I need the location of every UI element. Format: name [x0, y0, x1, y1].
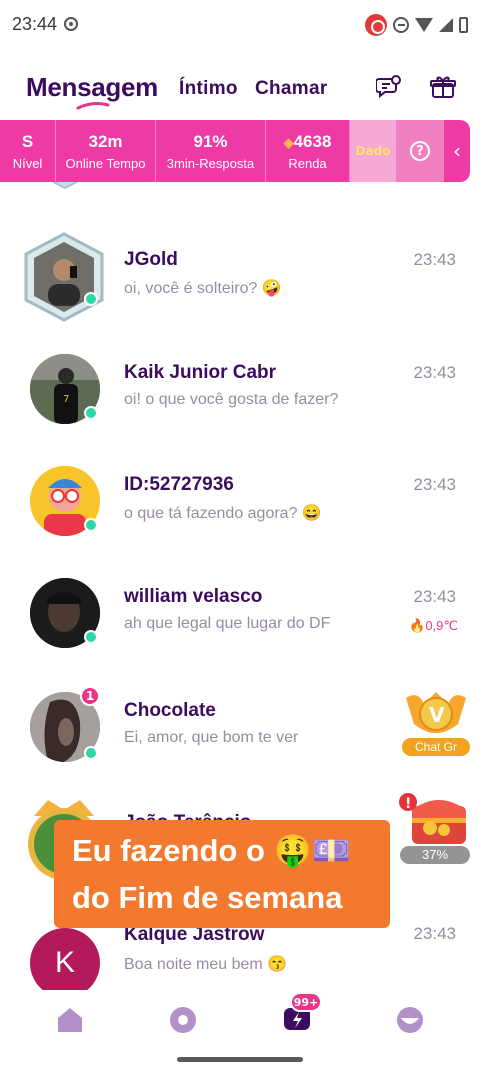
screen-record-icon: [365, 14, 387, 36]
contact-name: william velasco: [124, 586, 263, 607]
renda-value: 4638: [293, 131, 332, 151]
last-message: o que tá fazendo agora? 😄: [124, 505, 322, 522]
svg-text:7: 7: [63, 394, 69, 405]
active-tab-underline: [76, 102, 110, 110]
conversation-row[interactable]: 7 Kaik Junior Cabr oi! o que você gosta …: [0, 334, 480, 446]
stat-label: Online Tempo: [65, 155, 146, 171]
chat-group-widget[interactable]: V Chat Gr: [402, 684, 470, 758]
stat-value: ◆4638: [284, 132, 332, 152]
do-not-disturb-icon: [393, 17, 409, 33]
caption-line-1: Eu fazendo o 🤑💷: [72, 833, 351, 868]
chat-settings-icon[interactable]: [376, 74, 402, 100]
badge-frame-partial: [51, 182, 79, 190]
avatar: K: [30, 928, 100, 990]
stat-value: 91%: [193, 131, 228, 151]
header: Mensagem Íntimo Chamar: [0, 60, 480, 116]
conversation-row[interactable]: JGold oi, você é solteiro? 🤪 23:43: [0, 222, 480, 334]
help-button[interactable]: ?: [396, 120, 444, 182]
stat-label: Renda: [288, 155, 327, 171]
message-time: 23:43: [413, 587, 456, 606]
contact-name: JGold: [124, 249, 178, 270]
online-indicator: [84, 518, 98, 532]
discover-icon[interactable]: [167, 1004, 199, 1036]
home-icon[interactable]: [54, 1004, 86, 1036]
chat-group-label: Chat Gr: [402, 738, 470, 756]
stat-value: 32m: [88, 131, 123, 151]
stat-renda[interactable]: ◆4638 Renda: [266, 120, 350, 182]
tab-chamar[interactable]: Chamar: [255, 78, 328, 100]
dado-button[interactable]: Dado: [350, 120, 396, 182]
status-bar: 23:44: [0, 0, 480, 52]
contact-name: Kaik Junior Cabr: [124, 362, 277, 383]
temperature-indicator: 🔥0,9℃: [409, 618, 458, 634]
svg-text:V: V: [429, 703, 445, 727]
stats-bar: S Nível 32m Online Tempo 91% 3min-Respos…: [0, 120, 470, 182]
messages-badge: 99+: [290, 992, 322, 1012]
wifi-icon: [415, 18, 433, 32]
bottom-nav: 99+: [0, 990, 480, 1050]
message-time: 23:43: [413, 250, 456, 269]
message-time: 23:43: [413, 924, 456, 943]
home-indicator[interactable]: [177, 1057, 303, 1062]
battery-icon: [459, 17, 468, 33]
last-message: Boa noite meu bem 😙: [124, 956, 288, 973]
stat-value: S: [21, 131, 34, 151]
collapse-arrow-icon[interactable]: ‹: [444, 120, 470, 182]
last-message: oi, você é solteiro? 🤪: [124, 280, 282, 297]
last-message: oi! o que você gosta de fazer?: [124, 391, 339, 408]
tab-intimo[interactable]: Íntimo: [179, 78, 238, 100]
diamond-icon: ◆: [283, 134, 294, 150]
status-time: 23:44: [12, 14, 58, 34]
video-caption-overlay: Eu fazendo o 🤑💷 do Fim de semana: [54, 820, 390, 928]
contact-name: Chocolate: [124, 700, 216, 721]
last-message: ah que legal que lugar do DF: [124, 615, 331, 632]
signal-icon: [439, 18, 453, 32]
message-time: 23:43: [413, 475, 456, 494]
stat-online-tempo[interactable]: 32m Online Tempo: [56, 120, 156, 182]
status-icons: [365, 14, 468, 36]
temperature-value: 0,9℃: [425, 618, 458, 633]
treasure-chest-widget[interactable]: ! 37%: [398, 788, 472, 866]
online-indicator: [84, 406, 98, 420]
chest-progress: 37%: [400, 846, 470, 864]
online-indicator: [84, 746, 98, 760]
online-indicator: [84, 630, 98, 644]
notification-dot-icon: [64, 17, 78, 31]
stat-resposta[interactable]: 91% 3min-Resposta: [156, 120, 266, 182]
stat-label: Nível: [12, 155, 43, 171]
unread-badge: 1: [80, 686, 100, 706]
v-wings-icon: V: [406, 692, 466, 733]
avatar: [24, 232, 104, 322]
stat-nivel[interactable]: S Nível: [0, 120, 56, 182]
stat-label: 3min-Resposta: [166, 155, 255, 171]
contact-name: ID:52727936: [124, 474, 234, 495]
conversation-row[interactable]: ID:52727936 o que tá fazendo agora? 😄 23…: [0, 446, 480, 558]
message-time: 23:43: [413, 363, 456, 382]
last-message: Ei, amor, que bom te ver: [124, 729, 299, 746]
alert-icon: !: [405, 796, 411, 812]
help-icon: ?: [410, 141, 430, 161]
gift-box-icon[interactable]: [430, 74, 456, 100]
tab-mensagem[interactable]: Mensagem: [26, 72, 158, 103]
profile-icon[interactable]: [394, 1004, 426, 1036]
online-indicator: [84, 292, 98, 306]
treasure-chest-icon: !: [399, 793, 466, 844]
flame-icon: 🔥: [409, 618, 426, 633]
caption-line-2: do Fim de semana: [72, 880, 343, 915]
conversation-row[interactable]: william velasco ah que legal que lugar d…: [0, 558, 480, 670]
